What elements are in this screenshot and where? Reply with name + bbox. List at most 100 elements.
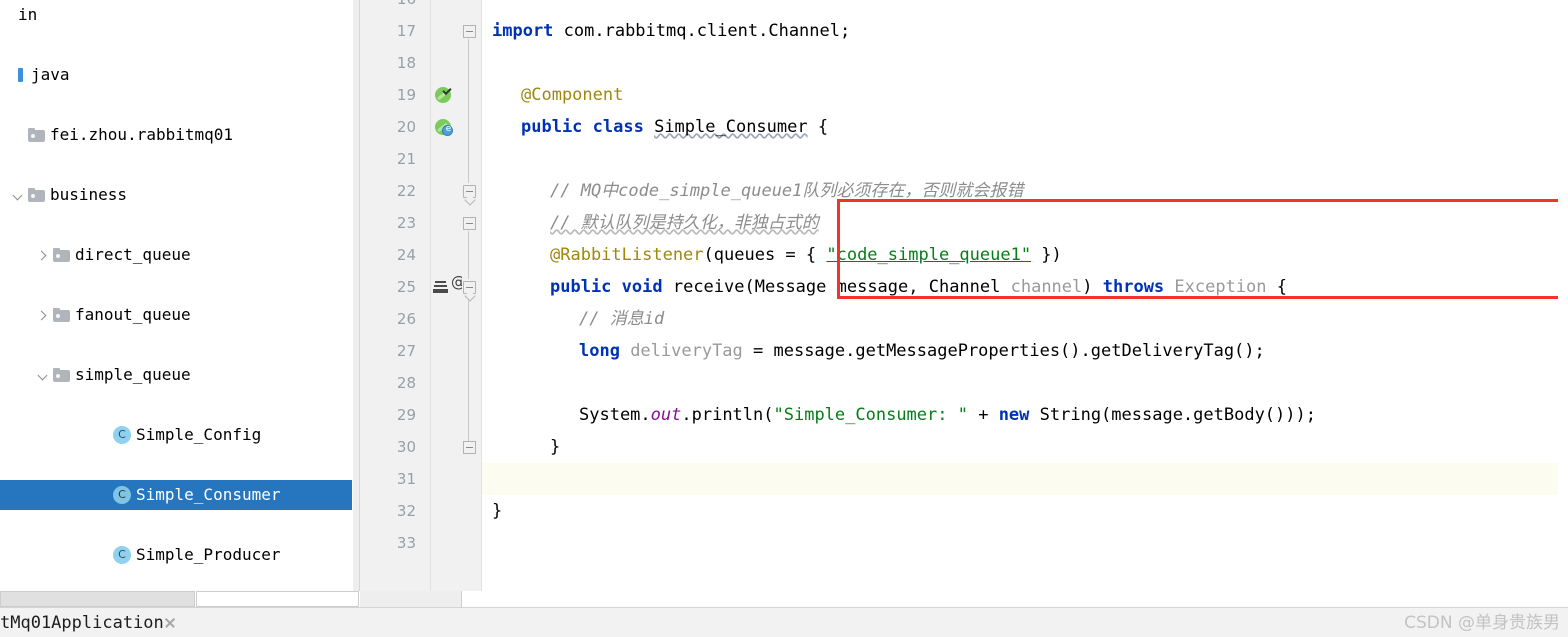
tree-item-label: java <box>31 65 70 84</box>
close-icon[interactable] <box>163 616 177 630</box>
code-line[interactable]: public class Simple_Consumer { <box>521 111 828 143</box>
line-number: 20 <box>396 118 416 136</box>
code-line[interactable]: // 消息id <box>579 303 664 335</box>
code-token: @Component <box>521 85 624 105</box>
code-line[interactable]: @Component <box>521 79 623 111</box>
code-token: new <box>998 405 1040 425</box>
chevron-right-icon[interactable] <box>35 307 51 323</box>
tree-item-content: simple_queue <box>0 360 360 390</box>
line-number: 25 <box>396 278 416 296</box>
tree-item-direct_queue[interactable]: direct_queue <box>0 240 360 270</box>
spring-bean-web-icon[interactable] <box>435 119 454 136</box>
tree-item-simple_producer[interactable]: C Simple_Producer <box>0 540 360 570</box>
code-token: .println( <box>681 405 774 425</box>
tree-item-content: C Simple_Config <box>0 420 360 450</box>
code-line[interactable]: System.out.println("Simple_Consumer: " +… <box>579 399 1316 431</box>
fold-marker-icon[interactable] <box>463 441 476 454</box>
bottom-scrollbar-strip <box>0 591 1568 607</box>
code-token: { <box>807 117 829 137</box>
caret-row-highlight <box>482 463 1568 495</box>
editor-fold-column[interactable] <box>462 0 482 606</box>
fold-marker-icon[interactable] <box>463 217 476 230</box>
package-folder-icon <box>53 308 70 322</box>
line-number: 30 <box>396 438 416 456</box>
code-token: class <box>592 117 655 137</box>
tree-item-simple_consumer[interactable]: C Simple_Consumer <box>0 480 360 510</box>
code-token: import <box>492 21 564 41</box>
tree-item-label: Simple_Config <box>136 425 262 444</box>
fold-marker-icon[interactable] <box>463 281 476 294</box>
tree-item-simple_config[interactable]: C Simple_Config <box>0 420 360 450</box>
editor-text-area[interactable]: import com.rabbitmq.client.Channel; @Comp… <box>482 0 1568 606</box>
ide-window: in java fei.zhou.rabbitmq01 business direct_… <box>0 0 1568 637</box>
run-tool-window-tabbar[interactable]: tMq01Application <box>0 607 1568 637</box>
code-line[interactable]: long deliveryTag = message.getMessagePro… <box>579 335 1265 367</box>
tree-item-business[interactable]: business <box>0 180 360 210</box>
tree-item-fei_zhou_rabbitmq01[interactable]: fei.zhou.rabbitmq01 <box>0 120 360 150</box>
chevron-right-icon[interactable] <box>35 247 51 263</box>
package-folder-icon <box>28 128 45 142</box>
tree-item-fanout_queue[interactable]: fanout_queue <box>0 300 360 330</box>
code-line[interactable]: } <box>492 495 502 527</box>
chevron-down-icon[interactable] <box>35 367 51 383</box>
code-line[interactable]: } <box>550 431 560 463</box>
code-token: out <box>650 405 682 425</box>
code-token: public <box>521 117 593 137</box>
code-token: channel <box>1010 277 1083 297</box>
editor-gutter[interactable]: 16 17 18 19 20 21 22 23 24 25 26 27 28 29 30 31 32 33 <box>360 0 431 606</box>
tree-item-java[interactable]: java <box>0 60 360 90</box>
tab-run-configuration[interactable]: tMq01Application <box>0 608 164 637</box>
fold-connector-line <box>468 231 469 279</box>
editor-gutter-icons[interactable]: @ <box>431 0 466 606</box>
sidebar-horizontal-scrollbar-thumb[interactable] <box>0 591 195 607</box>
fold-marker-icon[interactable] <box>463 185 476 198</box>
editor-horizontal-scrollbar-track[interactable] <box>360 591 462 607</box>
project-tree[interactable]: in java fei.zhou.rabbitmq01 business direct_… <box>0 0 360 606</box>
code-token: } <box>550 437 561 457</box>
tree-item-label: Simple_Consumer <box>136 485 281 504</box>
tree-item-simple_queue[interactable]: simple_queue <box>0 360 360 390</box>
code-line[interactable]: // MQ中code_simple_queue1队列必须存在，否则就会报错 <box>550 175 1023 207</box>
code-token: throws <box>1102 277 1175 297</box>
line-number: 27 <box>396 342 416 360</box>
code-line[interactable]: @RabbitListener(queues = { "code_simple_… <box>550 239 1062 271</box>
line-number: 16 <box>397 0 416 15</box>
java-class-icon: C <box>113 486 131 504</box>
package-folder-icon <box>53 248 70 262</box>
sidebar-horizontal-scrollbar-track[interactable] <box>196 591 359 607</box>
code-token: deliveryTag <box>630 341 743 361</box>
project-tree-panel[interactable]: in java fei.zhou.rabbitmq01 business direct_… <box>0 0 360 606</box>
rabbit-listener-icon[interactable] <box>433 280 448 295</box>
editor-vertical-scrollbar[interactable] <box>1558 0 1568 606</box>
spring-bean-icon[interactable] <box>435 87 452 104</box>
tree-item-label: in <box>18 5 38 24</box>
chevron-down-icon[interactable] <box>10 187 26 203</box>
code-token: public <box>550 277 622 297</box>
code-editor[interactable]: 16 17 18 19 20 21 22 23 24 25 26 27 28 29 30 31 32 33 @ i… <box>360 0 1568 606</box>
code-line[interactable]: // 默认队列是持久化，非独占式的 <box>550 207 819 239</box>
code-token: @RabbitListener <box>550 245 704 265</box>
code-token: }) <box>1031 245 1062 265</box>
code-line[interactable]: import com.rabbitmq.client.Channel; <box>492 15 850 47</box>
code-token: Simple_Consumer <box>654 117 808 137</box>
line-number: 24 <box>396 246 416 264</box>
tree-item-label: fei.zhou.rabbitmq01 <box>50 125 234 144</box>
code-token: + <box>967 405 999 425</box>
fold-connector-line <box>468 295 469 441</box>
tree-item-in[interactable]: in <box>0 0 360 30</box>
fold-marker-icon[interactable] <box>463 25 476 38</box>
code-token: com.rabbitmq.client.Channel; <box>563 21 851 41</box>
line-number: 31 <box>396 470 416 488</box>
tree-item-content: in <box>0 0 360 30</box>
java-class-icon-letter: C <box>113 486 131 504</box>
line-number: 23 <box>396 214 416 232</box>
code-line[interactable]: public void receive(Message message, Cha… <box>550 271 1287 303</box>
watermark-text: CSDN @单身贵族男 <box>1404 613 1560 633</box>
code-token: ) <box>1082 277 1103 297</box>
code-token: "Simple_Consumer: " <box>773 405 968 425</box>
code-token: String(message.getBody())); <box>1039 405 1316 425</box>
tree-item-content: java <box>0 60 360 90</box>
code-token: Exception <box>1174 277 1267 297</box>
